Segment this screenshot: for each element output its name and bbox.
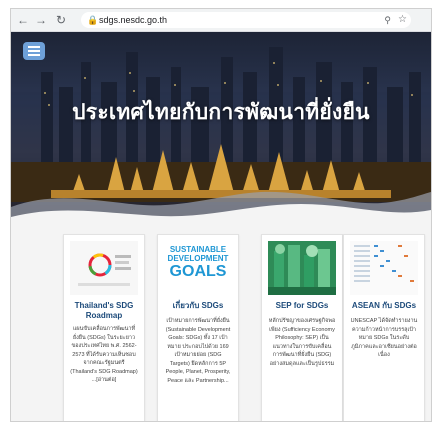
- card-body: เป้าหมายการพัฒนาที่ยั่งยืน (Sustainable …: [165, 318, 231, 384]
- card-title: SEP for SDGs: [275, 301, 329, 310]
- about-sdgs-card[interactable]: SUSTAINABLE DEVELOPMENT GOALS เกี่ยวกับ …: [157, 234, 239, 421]
- back-arrow-icon[interactable]: ←: [15, 12, 31, 28]
- card-body: UNESCAP ได้จัดทำรายงานความก้าวหน้าการบรร…: [350, 318, 418, 358]
- card-title: Thailand's SDG Roadmap: [74, 301, 134, 320]
- address-bar[interactable]: 🔒 sdgs.nesdc.go.th ⚲ ☆: [81, 12, 411, 28]
- hero-title: ประเทศไทยกับการพัฒนาที่ยั่งยืน: [72, 101, 370, 124]
- card-title: เกี่ยวกับ SDGs: [172, 301, 224, 310]
- bangkok-skyline-image: [11, 47, 431, 232]
- forward-arrow-icon[interactable]: →: [33, 12, 49, 28]
- browser-window: ← → ↻ 🔒 sdgs.nesdc.go.th ⚲ ☆ ประเทศไทยกั…: [10, 8, 432, 422]
- reload-icon[interactable]: ↻: [53, 12, 69, 28]
- card-body: แผนขับเคลื่อนการพัฒนาที่ยั่งยืน (SDGs) ใ…: [70, 326, 138, 383]
- zoom-icon[interactable]: ⚲: [384, 12, 391, 28]
- asean-table-image: [350, 241, 418, 295]
- menu-button[interactable]: [23, 42, 45, 60]
- asean-sdgs-card[interactable]: ASEAN กับ SDGs UNESCAP ได้จัดทำรายงานควา…: [343, 234, 425, 421]
- bookmark-star-icon[interactable]: ☆: [398, 12, 407, 28]
- roadmap-infographic-image: [70, 241, 138, 295]
- card-title: ASEAN กับ SDGs: [351, 301, 417, 310]
- sep-for-sdgs-card[interactable]: SEP for SDGs หลักปรัชญาของเศรษฐกิจพอเพีย…: [261, 234, 343, 421]
- sep-illustration-image: [268, 241, 336, 295]
- browser-toolbar: ← → ↻ 🔒 sdgs.nesdc.go.th ⚲ ☆: [11, 9, 431, 32]
- lock-icon: 🔒: [87, 15, 99, 25]
- url-text: sdgs.nesdc.go.th: [99, 15, 168, 25]
- cards-section: Thailand's SDG Roadmap แผนขับเคลื่อนการพ…: [11, 232, 431, 421]
- card-body: หลักปรัชญาของเศรษฐกิจพอเพียง (Sufficienc…: [268, 318, 336, 367]
- hero-banner: ประเทศไทยกับการพัฒนาที่ยั่งยืน: [11, 32, 431, 232]
- roadmap-card[interactable]: Thailand's SDG Roadmap แผนขับเคลื่อนการพ…: [63, 234, 145, 421]
- sdg-logo-image: SUSTAINABLE DEVELOPMENT GOALS: [164, 241, 232, 295]
